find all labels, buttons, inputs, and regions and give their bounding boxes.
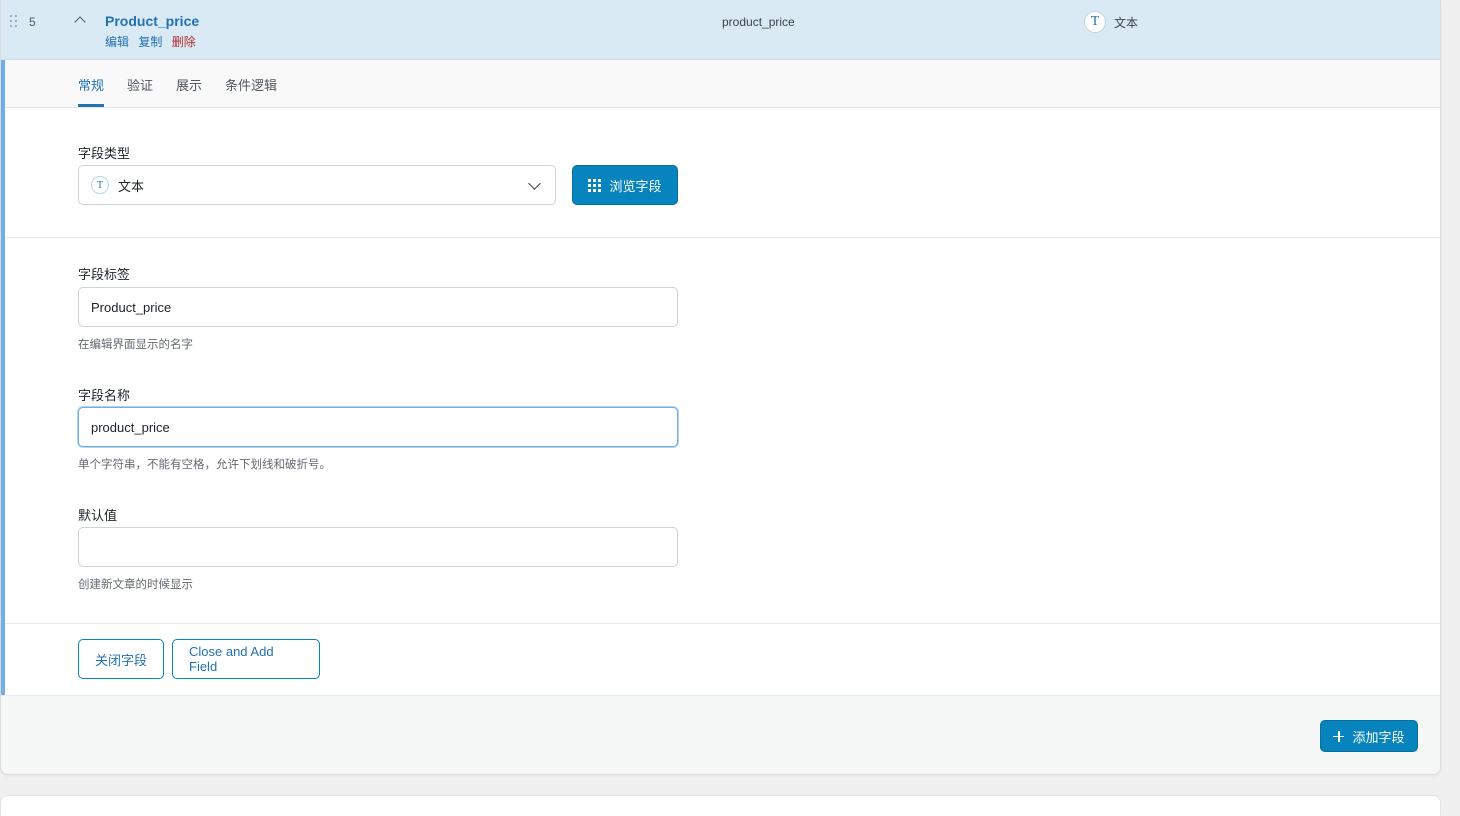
text-type-icon: T — [91, 176, 109, 194]
chevron-down-icon — [528, 177, 541, 190]
add-field-button[interactable]: 添加字段 — [1320, 720, 1418, 752]
delete-link[interactable]: 删除 — [172, 35, 196, 49]
tab-conditional-logic[interactable]: 条件逻辑 — [225, 75, 277, 94]
field-row-name: product_price — [722, 15, 795, 29]
browse-fields-label: 浏览字段 — [609, 178, 662, 194]
field-label-label: 字段标签 — [78, 267, 131, 282]
tab-validation[interactable]: 验证 — [127, 75, 153, 94]
field-title-link[interactable]: Product_price — [105, 13, 199, 29]
field-row-header[interactable]: 5 Product_price 编辑 复制 删除 product_price T… — [1, 0, 1440, 60]
field-type-value: 文本 — [118, 178, 145, 194]
duplicate-link[interactable]: 复制 — [138, 35, 162, 49]
chevron-up-icon[interactable] — [73, 14, 87, 26]
field-group-panel: 5 Product_price 编辑 复制 删除 product_price T… — [0, 0, 1441, 775]
edit-link[interactable]: 编辑 — [105, 35, 129, 49]
field-type-label: 字段类型 — [78, 146, 131, 161]
field-name-label: 字段名称 — [78, 388, 131, 403]
divider — [5, 237, 1440, 238]
row-actions: 编辑 复制 删除 — [105, 33, 202, 50]
field-settings: 常规 验证 展示 条件逻辑 字段类型 T 文本 浏览字段 字段标签 在编辑界面显… — [1, 60, 1440, 695]
default-value-help: 创建新文章的时候显示 — [78, 579, 193, 591]
default-value-input[interactable] — [78, 527, 678, 567]
drag-handle-icon[interactable] — [10, 15, 20, 29]
tab-general[interactable]: 常规 — [78, 75, 105, 107]
divider — [5, 623, 1440, 624]
field-type-select[interactable]: T 文本 — [78, 165, 556, 205]
settings-tabs: 常规 验证 展示 条件逻辑 — [5, 60, 1440, 108]
add-field-label: 添加字段 — [1352, 729, 1405, 745]
close-field-button[interactable]: 关闭字段 — [78, 639, 164, 679]
field-order-number: 5 — [29, 15, 36, 29]
text-type-icon: T — [1084, 11, 1106, 33]
browse-fields-button[interactable]: 浏览字段 — [572, 165, 678, 205]
field-label-input[interactable] — [78, 287, 678, 327]
panel-footer: 添加字段 — [1, 695, 1440, 774]
field-label-help: 在编辑界面显示的名字 — [78, 339, 193, 351]
tab-presentation[interactable]: 展示 — [176, 75, 202, 94]
field-row-type: T 文本 — [1084, 11, 1138, 33]
plus-icon — [1333, 730, 1345, 742]
close-and-add-field-button[interactable]: Close and Add Field — [172, 639, 320, 679]
grid-icon — [588, 178, 602, 192]
next-panel — [0, 795, 1441, 816]
field-name-help: 单个字符串，不能有空格，允许下划线和破折号。 — [78, 459, 331, 471]
field-row-type-label: 文本 — [1114, 15, 1139, 30]
field-name-input[interactable] — [78, 407, 678, 447]
default-value-label: 默认值 — [78, 508, 118, 523]
